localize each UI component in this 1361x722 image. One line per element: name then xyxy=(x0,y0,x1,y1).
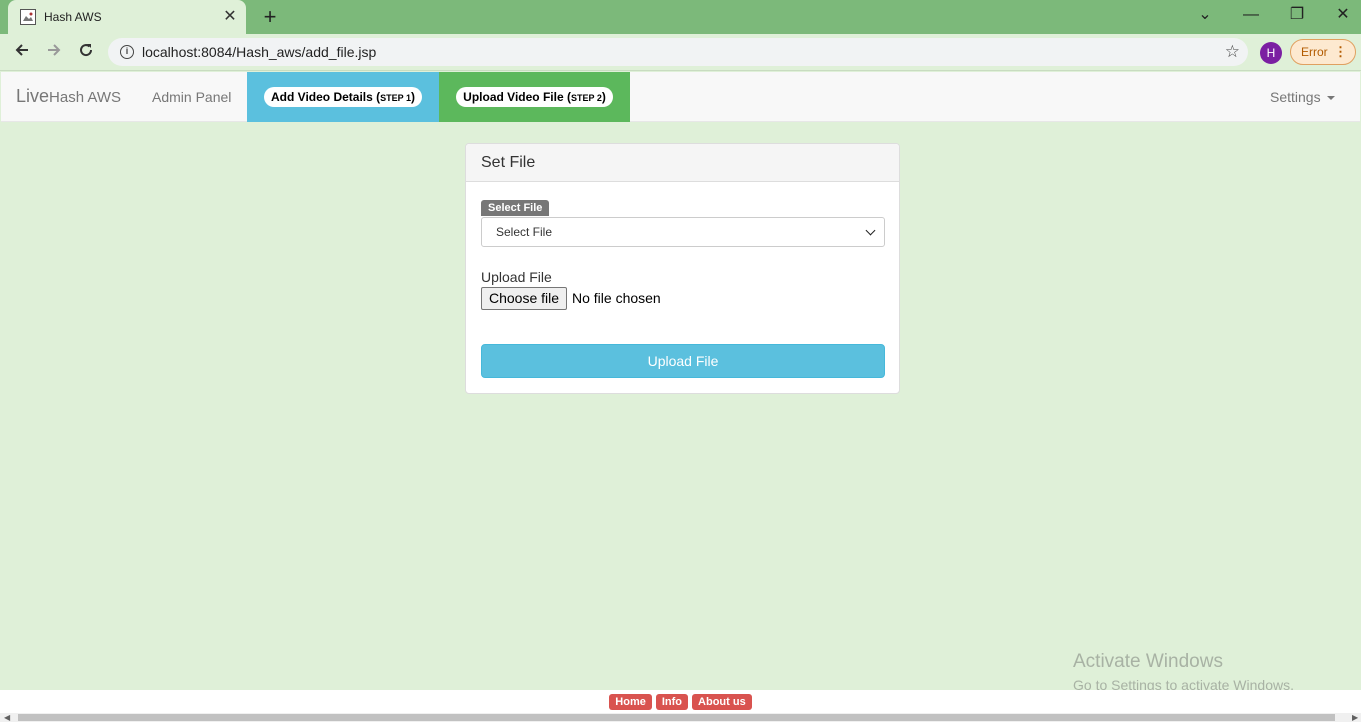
watermark-title: Activate Windows xyxy=(1073,651,1223,672)
scroll-left-icon[interactable]: ◀ xyxy=(4,713,10,722)
step1-badge: Add Video Details (STEP 1) xyxy=(264,87,422,107)
step2-close-paren: ) xyxy=(601,90,606,104)
reload-button[interactable] xyxy=(73,40,99,64)
url-text[interactable]: localhost:8084/Hash_aws/add_file.jsp xyxy=(142,44,1225,60)
site-info-icon[interactable]: i xyxy=(120,45,134,59)
panel-heading: Set File xyxy=(466,144,899,182)
settings-dropdown[interactable]: Settings xyxy=(1270,89,1335,105)
back-button[interactable] xyxy=(9,40,35,64)
app-navbar: LiveHash AWS Admin Panel Add Video Detai… xyxy=(1,72,1360,122)
reload-icon xyxy=(80,44,93,57)
choose-file-button[interactable]: Choose file xyxy=(481,287,567,310)
horizontal-scrollbar[interactable]: ◀ ▶ xyxy=(0,713,1361,722)
browser-tabstrip: Hash AWS ✕ + ⌄ — ❐ ✕ xyxy=(0,0,1361,34)
set-file-panel: Set File Select File Select File Upload … xyxy=(465,143,900,394)
page-favicon-icon xyxy=(20,9,36,25)
bookmark-star-icon[interactable]: ☆ xyxy=(1225,42,1240,62)
profile-avatar[interactable]: H xyxy=(1260,42,1282,64)
forward-button[interactable] xyxy=(41,40,67,64)
step2-tab[interactable]: Upload Video File (STEP 2) xyxy=(439,72,630,122)
step2-label: Upload Video File ( xyxy=(463,90,571,104)
footer: Home Info About us xyxy=(0,690,1361,714)
upload-file-button[interactable]: Upload File xyxy=(481,344,885,378)
step2-badge: Upload Video File (STEP 2) xyxy=(456,87,613,107)
more-menu-icon: ⋮ xyxy=(1334,44,1347,59)
step1-label: Add Video Details ( xyxy=(271,90,381,104)
brand-link[interactable]: LiveHash AWS xyxy=(16,86,121,107)
caret-down-icon xyxy=(1326,96,1335,101)
step1-close-paren: ) xyxy=(411,90,415,104)
settings-label: Settings xyxy=(1270,89,1321,105)
address-bar[interactable]: i localhost:8084/Hash_aws/add_file.jsp ☆ xyxy=(108,38,1248,66)
close-window-button[interactable]: ✕ xyxy=(1328,5,1358,25)
scrollbar-thumb[interactable] xyxy=(18,714,1335,721)
brand-live: Live xyxy=(16,86,50,106)
footer-about-link[interactable]: About us xyxy=(692,694,752,710)
tab-close-icon[interactable]: ✕ xyxy=(222,9,238,25)
step2-number: STEP 2 xyxy=(570,93,602,103)
footer-home-link[interactable]: Home xyxy=(609,694,652,710)
minimize-button[interactable]: — xyxy=(1236,5,1266,25)
back-arrow-icon xyxy=(15,44,28,56)
restore-button[interactable]: ❐ xyxy=(1282,5,1312,25)
upload-file-label: Upload File xyxy=(481,269,552,285)
browser-error-button[interactable]: Error ⋮ xyxy=(1290,39,1356,65)
browser-tab[interactable]: Hash AWS ✕ xyxy=(8,0,246,34)
tab-title: Hash AWS xyxy=(44,10,102,24)
footer-info-link[interactable]: Info xyxy=(655,694,689,710)
select-file-label: Select File xyxy=(481,200,550,216)
step1-tab[interactable]: Add Video Details (STEP 1) xyxy=(247,72,439,122)
file-status-text: No file chosen xyxy=(572,290,661,306)
activate-windows-watermark: Activate Windows Go to Settings to activ… xyxy=(1073,651,1294,693)
error-label: Error xyxy=(1301,45,1328,59)
browser-toolbar: i localhost:8084/Hash_aws/add_file.jsp ☆… xyxy=(0,34,1361,71)
scroll-right-icon[interactable]: ▶ xyxy=(1352,713,1358,722)
file-select-value: Select File xyxy=(496,225,553,239)
file-select[interactable]: Select File xyxy=(481,217,885,247)
brand-name: Hash AWS xyxy=(49,89,121,106)
step1-number: STEP 1 xyxy=(380,93,411,103)
admin-panel-link[interactable]: Admin Panel xyxy=(152,89,231,105)
new-tab-button[interactable]: + xyxy=(258,6,282,28)
chevron-down-icon xyxy=(865,225,876,235)
tab-search-icon[interactable]: ⌄ xyxy=(1190,5,1220,25)
forward-arrow-icon xyxy=(48,44,61,56)
